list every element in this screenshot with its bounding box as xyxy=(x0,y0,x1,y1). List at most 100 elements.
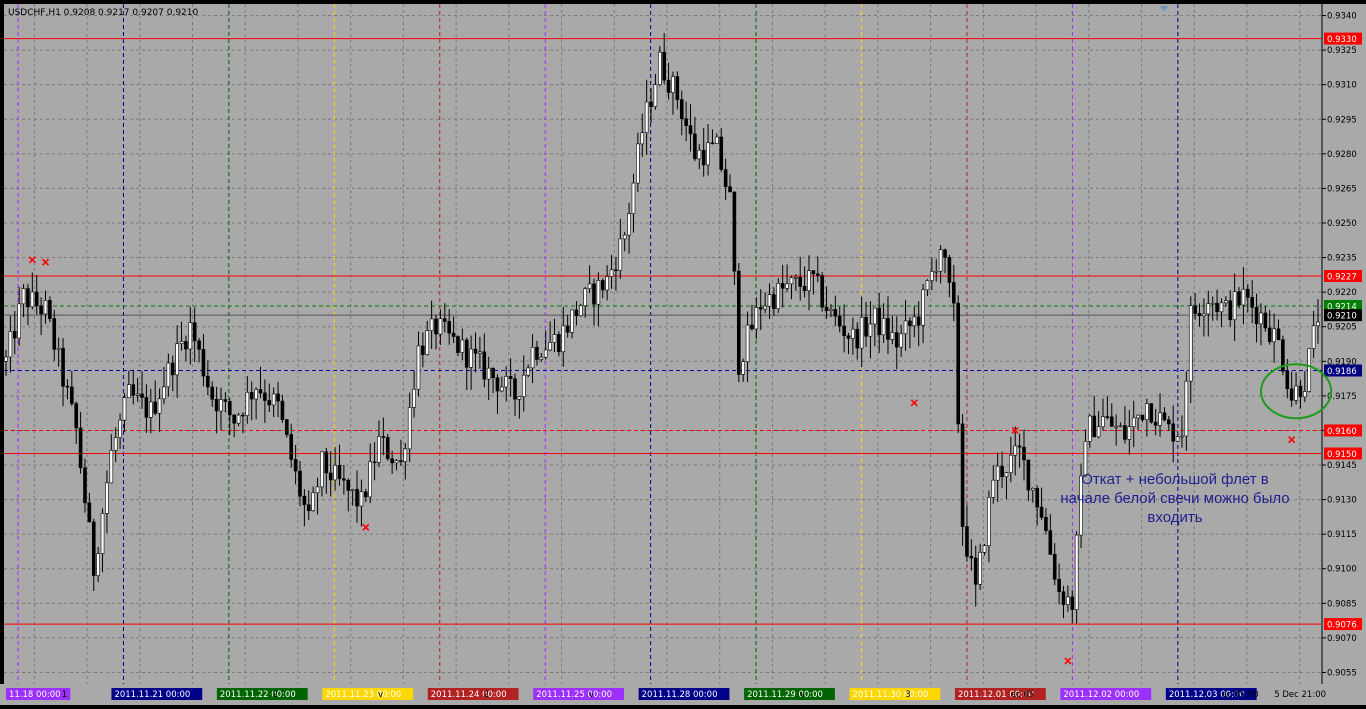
candle-body xyxy=(407,407,412,450)
candle-body xyxy=(978,552,982,585)
candle-body xyxy=(399,460,403,462)
candle-body xyxy=(184,341,188,350)
candle-body xyxy=(8,331,13,358)
candle-body xyxy=(921,289,925,326)
candle-body xyxy=(223,399,228,402)
candle-body xyxy=(618,238,623,271)
candle-body xyxy=(969,556,974,559)
candle-body xyxy=(908,320,912,326)
time-label: 2011.11.29 00:00 xyxy=(747,690,823,700)
candle-body xyxy=(956,302,960,425)
candle-body xyxy=(206,375,210,388)
candle-body xyxy=(965,526,969,557)
time-label: 2011.11.30 00:00 xyxy=(853,690,929,700)
candle-body xyxy=(614,269,618,272)
candle-body xyxy=(903,320,908,335)
candle-body xyxy=(846,335,851,339)
candle-body xyxy=(1245,288,1250,298)
candle-body xyxy=(34,291,39,307)
candle-body xyxy=(798,276,803,287)
time-label: 2011.11.22 00:00 xyxy=(220,690,296,700)
candle-body xyxy=(1267,327,1272,343)
candle-body xyxy=(30,291,35,308)
candle-body xyxy=(1123,425,1127,440)
candle-body xyxy=(1145,403,1149,421)
candle-body xyxy=(429,318,434,331)
candle-body xyxy=(91,521,96,576)
candle-body xyxy=(851,328,855,339)
candle-body xyxy=(1109,416,1114,427)
candle-body xyxy=(1070,596,1075,610)
price-tick-label: 0.9295 xyxy=(1327,115,1357,125)
candle-body xyxy=(1118,425,1123,427)
time-label: 1 xyxy=(62,690,67,700)
candle-body xyxy=(425,330,430,355)
candle-body xyxy=(592,283,596,305)
price-tick-label: 0.9310 xyxy=(1327,81,1357,91)
candle-body xyxy=(741,361,745,375)
price-tick-label: 0.9115 xyxy=(1327,530,1357,540)
candle-body xyxy=(1017,445,1022,448)
candle-body xyxy=(4,356,8,362)
candle-body xyxy=(1167,419,1171,425)
candle-body xyxy=(306,504,311,512)
candle-body xyxy=(131,384,136,396)
candle-body xyxy=(328,472,333,481)
candle-body xyxy=(1052,553,1057,580)
candle-body xyxy=(1316,321,1320,327)
candle-body xyxy=(451,332,456,337)
plot-area[interactable] xyxy=(4,4,1322,684)
candle-body xyxy=(1026,459,1031,491)
candle-body xyxy=(149,401,153,418)
candle-body xyxy=(916,316,921,326)
candle-body xyxy=(1202,313,1206,317)
candle-body xyxy=(346,479,351,491)
candle-body xyxy=(144,397,149,418)
chart-window[interactable]: 0.9340 0.9325 0.9310 0.9295 0.9280 0.9265 0.92… xyxy=(0,0,1366,705)
price-tick-label: 0.9340 xyxy=(1327,12,1357,22)
candle-body xyxy=(745,324,750,362)
candle-body xyxy=(837,315,842,327)
candle-body xyxy=(1022,446,1026,461)
candle-body xyxy=(179,341,184,344)
candle-body xyxy=(517,396,522,400)
candle-body xyxy=(175,343,179,376)
candle-body xyxy=(609,269,614,277)
candle-body xyxy=(1044,517,1048,531)
candle-body xyxy=(285,419,289,435)
candle-body xyxy=(1035,487,1039,508)
candle-body xyxy=(359,491,364,507)
candle-body xyxy=(162,386,166,400)
candle-body xyxy=(794,276,798,279)
candle-body xyxy=(719,136,724,170)
candle-body xyxy=(263,392,267,401)
chart-title: USDCHF,H1 0.9208 0.9217 0.9207 0.9210 xyxy=(8,8,198,18)
candle-body xyxy=(1311,325,1316,349)
candle-body xyxy=(39,305,43,315)
candle-body xyxy=(973,557,978,585)
candle-body xyxy=(390,458,394,464)
candle-body xyxy=(627,213,631,236)
price-chart[interactable]: 0.9340 0.9325 0.9310 0.9295 0.9280 0.9265 0.92… xyxy=(0,0,1366,705)
candle-body xyxy=(1232,291,1237,321)
candle-body xyxy=(1188,305,1193,382)
candle-body xyxy=(807,270,811,292)
candle-body xyxy=(1153,421,1158,426)
candle-body xyxy=(1289,388,1294,401)
candle-body xyxy=(1114,425,1118,428)
candle-body xyxy=(113,437,118,451)
candle-body xyxy=(355,489,359,507)
candle-body xyxy=(1039,506,1044,518)
candle-body xyxy=(521,374,526,397)
candle-body xyxy=(653,84,658,107)
candle-body xyxy=(469,348,473,368)
candle-body xyxy=(438,318,443,335)
candle-body xyxy=(1180,435,1184,438)
candle-body xyxy=(1254,307,1259,325)
candle-body xyxy=(258,389,263,394)
time-label: 2011.11.21 00:00 xyxy=(114,690,190,700)
candle-body xyxy=(995,465,1000,481)
candle-body xyxy=(688,125,693,135)
candle-body xyxy=(833,309,838,317)
candle-body xyxy=(855,328,860,349)
